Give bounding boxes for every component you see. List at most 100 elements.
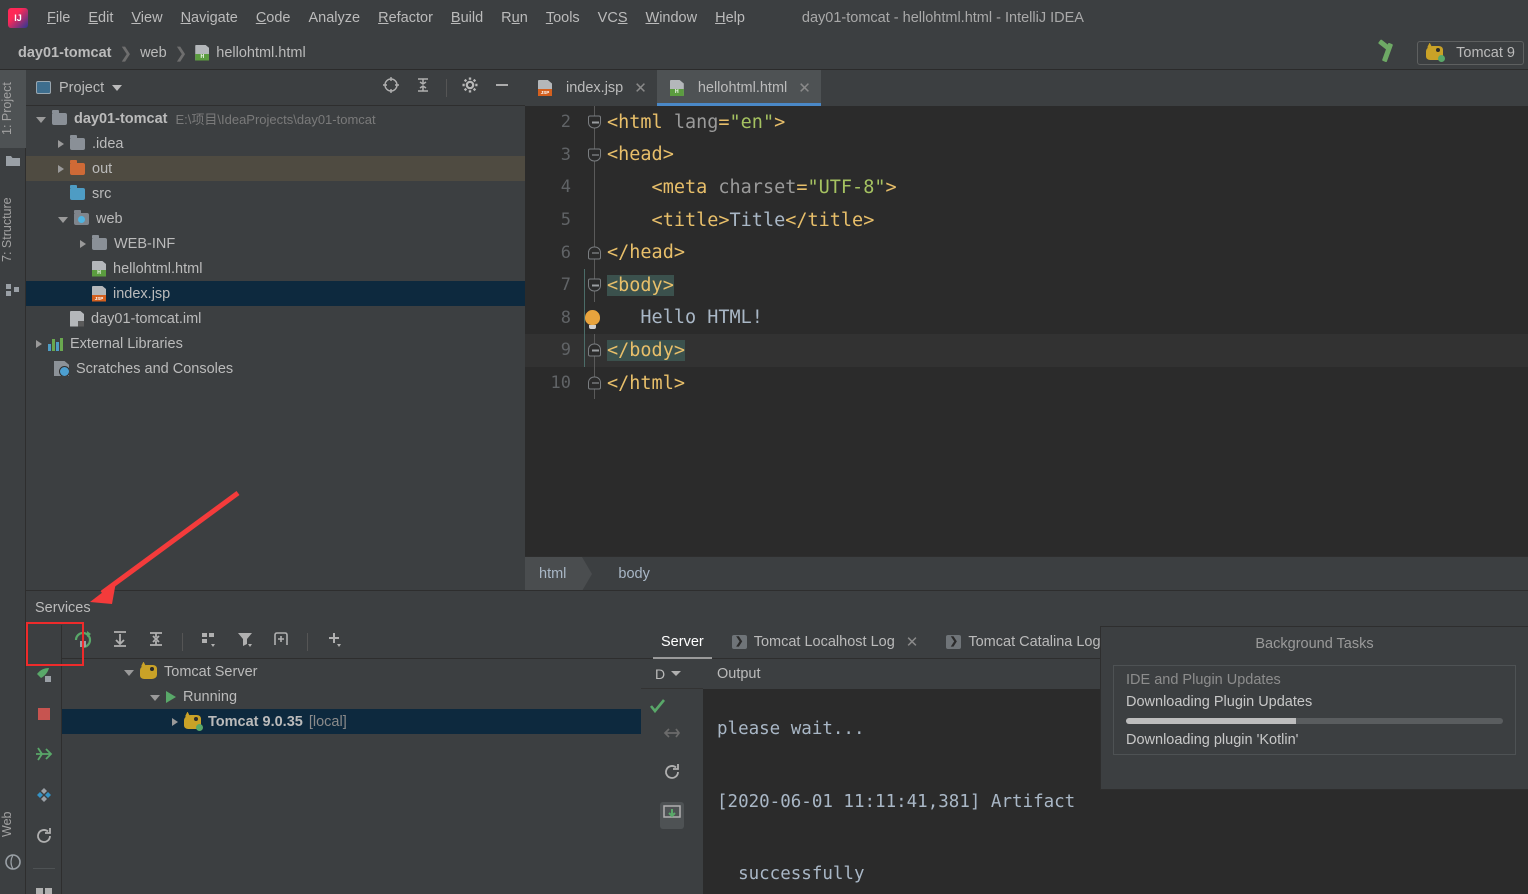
line-number: 7 xyxy=(560,275,571,296)
plus-icon[interactable] xyxy=(324,629,344,654)
group-by-icon[interactable] xyxy=(199,629,219,654)
tab-tomcat-localhost-log[interactable]: ❯ Tomcat Localhost Log ✕ xyxy=(718,625,933,659)
chevron-collapsed-icon[interactable] xyxy=(58,139,64,148)
tab-label: Tomcat Catalina Log xyxy=(968,633,1101,650)
line-number: 3 xyxy=(560,144,571,165)
menu-item-window[interactable]: Window xyxy=(637,6,707,30)
menu-item-navigate[interactable]: Navigate xyxy=(172,6,247,30)
close-icon[interactable]: ✕ xyxy=(798,79,811,97)
menu-item-vcs[interactable]: VCS xyxy=(589,6,637,30)
gear-icon[interactable] xyxy=(461,76,479,99)
breadcrumb-web[interactable]: web xyxy=(140,45,167,61)
refresh-icon[interactable] xyxy=(35,827,53,850)
editor-area: JSP index.jsp ✕ H hellohtml.html ✕ 2 <ht… xyxy=(525,70,1528,591)
background-tasks-group-label: IDE and Plugin Updates xyxy=(1126,672,1281,688)
services-tree[interactable]: Tomcat Server Running Tomcat 9.0.35 [loc… xyxy=(62,659,641,894)
export-icon[interactable] xyxy=(660,802,684,829)
chevron-expanded-icon[interactable] xyxy=(58,216,68,223)
tree-node-src[interactable]: src xyxy=(26,181,525,206)
fold-gutter[interactable] xyxy=(583,106,607,139)
tree-node-web[interactable]: web xyxy=(26,206,525,231)
redeploy-icon[interactable] xyxy=(35,745,53,768)
close-icon[interactable]: ✕ xyxy=(906,633,919,651)
chevron-collapsed-icon[interactable] xyxy=(58,164,64,173)
folder-gray-icon xyxy=(92,234,107,250)
chevron-expanded-icon[interactable] xyxy=(36,116,46,123)
tree-node-out[interactable]: out xyxy=(26,156,525,181)
fold-gutter[interactable] xyxy=(583,301,607,335)
console-gutter-header[interactable]: D xyxy=(641,659,703,689)
tree-node-hellohtml[interactable]: H hellohtml.html xyxy=(26,256,525,281)
scroll-to-end-icon[interactable] xyxy=(110,629,130,654)
line-number: 8 xyxy=(560,307,571,328)
services-node-tomcat-instance[interactable]: Tomcat 9.0.35 [local] xyxy=(62,709,641,734)
fold-gutter[interactable] xyxy=(583,236,607,269)
menu-item-run[interactable]: Run xyxy=(492,6,537,30)
tomcat-icon xyxy=(1426,45,1446,62)
menu-item-file[interactable]: File xyxy=(38,6,79,30)
arrow-up-icon[interactable] xyxy=(1375,40,1401,66)
step-back-icon[interactable] xyxy=(663,724,681,747)
collapse-all-icon[interactable] xyxy=(146,629,166,654)
background-tasks-title: Background Tasks xyxy=(1255,636,1374,652)
chevron-expanded-icon[interactable] xyxy=(124,669,134,676)
run-configuration-selector[interactable]: Tomcat 9 xyxy=(1417,40,1524,65)
line-number: 10 xyxy=(550,373,571,394)
fold-gutter[interactable] xyxy=(583,268,607,302)
tree-node-idea[interactable]: .idea xyxy=(26,131,525,156)
tree-node-label: day01-tomcat.iml xyxy=(91,310,202,327)
sidebar-item-web[interactable]: Web xyxy=(0,798,26,850)
menu-item-refactor[interactable]: Refactor xyxy=(369,6,442,30)
rerun-icon[interactable] xyxy=(72,628,94,655)
sidebar-item-project[interactable]: 1: Project xyxy=(0,70,26,148)
stop-icon[interactable] xyxy=(36,706,52,727)
layout-icon[interactable] xyxy=(35,887,53,894)
menu-item-view[interactable]: View xyxy=(122,6,171,30)
tree-node-indexjsp[interactable]: JSP index.jsp xyxy=(26,281,525,306)
services-node-running[interactable]: Running xyxy=(62,684,641,709)
breadcrumb-project[interactable]: day01-tomcat xyxy=(18,45,111,61)
editor-breadcrumb-body[interactable]: body xyxy=(604,557,653,590)
breadcrumb-file[interactable]: H hellohtml.html xyxy=(195,44,306,61)
menu-item-edit[interactable]: Edit xyxy=(79,6,122,30)
tree-node-web-inf[interactable]: WEB-INF xyxy=(26,231,525,256)
target-locate-icon[interactable] xyxy=(382,76,400,99)
close-icon[interactable]: ✕ xyxy=(634,79,647,97)
collapse-all-icon[interactable] xyxy=(414,76,432,99)
fold-gutter[interactable] xyxy=(583,138,607,172)
tab-label: index.jsp xyxy=(566,80,624,96)
tree-node-day01-tomcat[interactable]: day01-tomcat E:\项目\IdeaProjects\day01-to… xyxy=(26,106,525,131)
breadcrumb-separator: ❯ xyxy=(119,44,133,62)
fold-gutter[interactable] xyxy=(583,334,607,367)
menu-item-analyze[interactable]: Analyze xyxy=(300,6,370,30)
project-tree[interactable]: day01-tomcat E:\项目\IdeaProjects\day01-to… xyxy=(26,106,525,590)
fold-gutter[interactable] xyxy=(583,366,607,400)
menu-item-help[interactable]: Help xyxy=(706,6,754,30)
chevron-collapsed-icon[interactable] xyxy=(36,339,42,348)
chevron-expanded-icon[interactable] xyxy=(150,694,160,701)
deploy-icon[interactable] xyxy=(35,665,53,688)
menu-item-build[interactable]: Build xyxy=(442,6,492,30)
add-frame-icon[interactable] xyxy=(271,629,291,654)
restart-icon[interactable] xyxy=(663,763,681,786)
menu-item-code[interactable]: Code xyxy=(247,6,300,30)
tree-node-iml[interactable]: day01-tomcat.iml xyxy=(26,306,525,331)
menu-item-tools[interactable]: Tools xyxy=(537,6,589,30)
log-icon: ❯ xyxy=(731,634,747,649)
chevron-collapsed-icon[interactable] xyxy=(172,717,178,726)
chevron-collapsed-icon[interactable] xyxy=(80,239,86,248)
tab-index-jsp[interactable]: JSP index.jsp ✕ xyxy=(525,70,657,106)
code-editor[interactable]: 2 <html lang="en"> 3 <head> 4 <meta char… xyxy=(525,106,1528,556)
editor-breadcrumb-html[interactable]: html xyxy=(525,557,593,591)
sidebar-item-structure[interactable]: 7: Structure xyxy=(0,182,26,278)
tree-node-external-libraries[interactable]: External Libraries xyxy=(26,331,525,356)
diamond-icon[interactable] xyxy=(35,786,53,809)
services-node-tomcat-server[interactable]: Tomcat Server xyxy=(62,659,641,684)
filter-icon[interactable] xyxy=(235,629,255,654)
chevron-down-icon[interactable] xyxy=(112,84,123,91)
tree-node-scratches[interactable]: Scratches and Consoles xyxy=(26,356,525,381)
tab-server[interactable]: Server xyxy=(647,625,718,659)
tab-hellohtml-html[interactable]: H hellohtml.html ✕ xyxy=(656,70,821,106)
console-gutter-label: D xyxy=(655,665,666,682)
hide-icon[interactable] xyxy=(493,76,511,99)
